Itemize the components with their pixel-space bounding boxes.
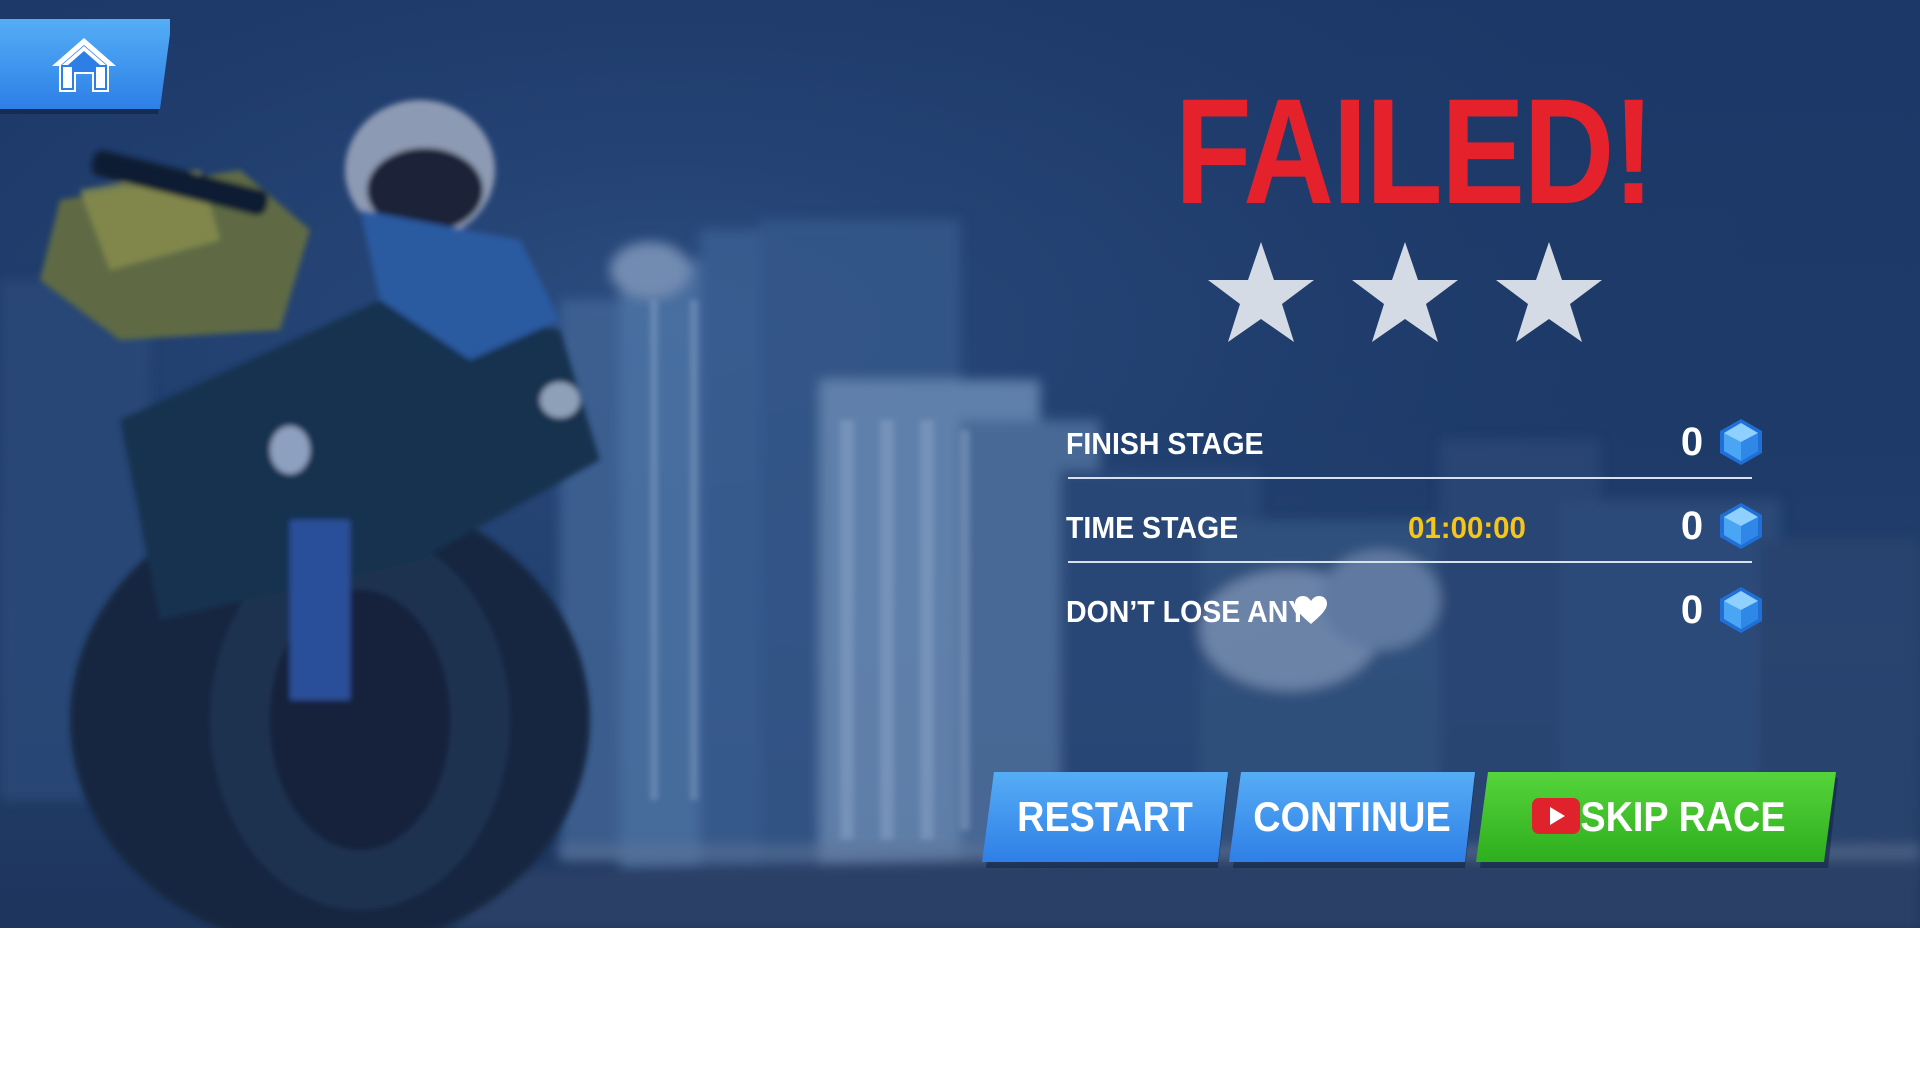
- row-divider: [1068, 561, 1752, 563]
- gem-icon: [1720, 587, 1762, 633]
- game-screen: FAILED! FINISH STAGE 0 TIME STAGE 01:00:…: [0, 0, 1920, 928]
- skip-race-label: SKIP RACE: [1580, 793, 1786, 840]
- row-divider: [1068, 477, 1752, 479]
- star-icon: [1208, 242, 1314, 342]
- restart-label: RESTART: [1017, 793, 1193, 840]
- heart-icon: [1295, 596, 1327, 624]
- restart-button[interactable]: RESTART: [982, 772, 1228, 868]
- objective-row: DON’T LOSE ANY 0: [1066, 582, 1766, 666]
- gem-icon: [1720, 419, 1762, 465]
- star-icon: [1352, 242, 1458, 342]
- objective-row: TIME STAGE 01:00:00 0: [1066, 498, 1766, 582]
- objective-label: TIME STAGE: [1066, 510, 1239, 545]
- empty-area: [0, 928, 1920, 1080]
- gem-icon: [1720, 503, 1762, 549]
- star-rating: [1206, 240, 1616, 350]
- objectives-list: FINISH STAGE 0 TIME STAGE 01:00:00 0 DON…: [1066, 414, 1766, 666]
- continue-button[interactable]: CONTINUE: [1229, 772, 1475, 868]
- objective-reward: 0: [1680, 504, 1704, 548]
- objective-reward: 0: [1680, 420, 1704, 464]
- star-icon: [1496, 242, 1602, 342]
- objective-label: DON’T LOSE ANY: [1066, 594, 1308, 629]
- objective-reward: 0: [1680, 588, 1704, 632]
- result-title: FAILED!: [1174, 67, 1655, 235]
- skip-race-button[interactable]: SKIP RACE: [1476, 772, 1838, 868]
- objective-label: FINISH STAGE: [1066, 426, 1264, 461]
- video-play-icon: [1532, 798, 1580, 834]
- objective-time: 01:00:00: [1408, 510, 1526, 545]
- objective-row: FINISH STAGE 0: [1066, 414, 1766, 498]
- home-icon: [52, 38, 116, 92]
- continue-label: CONTINUE: [1253, 793, 1451, 840]
- home-button[interactable]: [0, 19, 170, 114]
